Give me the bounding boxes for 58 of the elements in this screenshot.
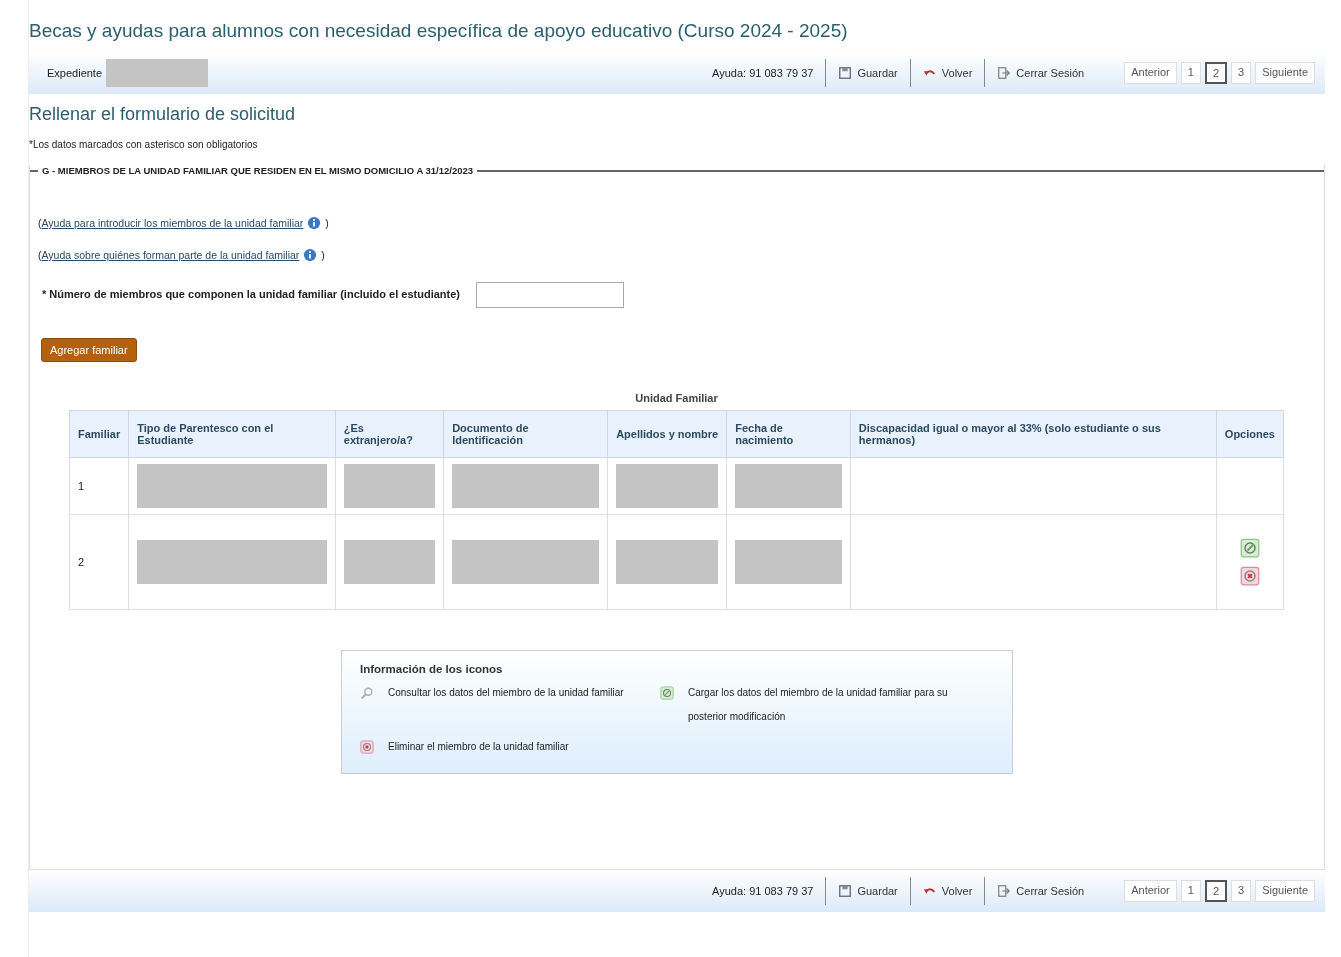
paren-text: ) xyxy=(325,217,329,229)
save-link[interactable]: Guardar xyxy=(838,66,898,80)
form-heading: Rellenar el formulario de solicitud xyxy=(29,104,297,125)
column-header: Tipo de Parentesco con el Estudiante xyxy=(128,410,336,458)
page-link[interactable]: 3 xyxy=(1231,880,1252,902)
page-link[interactable]: 1 xyxy=(1180,62,1201,84)
info-title: Información de los iconos xyxy=(360,663,504,675)
page-link[interactable]: 2 xyxy=(1204,880,1227,902)
back-link[interactable]: Volver xyxy=(922,884,973,898)
page-link[interactable]: 1 xyxy=(1180,880,1201,902)
column-header: Documento de Identificación xyxy=(443,410,608,458)
save-link[interactable]: Guardar xyxy=(838,884,898,898)
help-link[interactable]: Ayuda para introducir los miembros de la unidad familiar xyxy=(41,217,304,229)
column-header: Apellidos y nombre xyxy=(607,410,727,458)
logout-link[interactable]: Cerrar Sesión xyxy=(997,884,1085,898)
delete-icon xyxy=(360,740,374,754)
help-phone: Ayuda: 91 083 79 37 xyxy=(712,885,814,897)
members-input[interactable] xyxy=(476,282,624,308)
page-title: Becas y ayudas para alumnos con necesidad específica de apoyo educativo (Curso 2024 - 2025) xyxy=(29,19,849,43)
paren-text: ( xyxy=(38,249,42,261)
page-link[interactable]: Siguiente xyxy=(1255,880,1315,902)
required-note: *Los datos marcados con asterisco son obligatorios xyxy=(29,139,259,150)
edit-icon[interactable] xyxy=(1239,538,1260,558)
icon-description: Eliminar el miembro de la unidad familiar xyxy=(388,740,569,754)
help-phone: Ayuda: 91 083 79 37 xyxy=(712,67,814,79)
column-header: ¿Es extranjero/a? xyxy=(335,410,444,458)
column-header: Opciones xyxy=(1216,410,1284,458)
icon-description: Consultar los datos del miembro de la unidad familiar xyxy=(388,686,624,700)
magnifier-icon xyxy=(360,686,374,700)
logout-link[interactable]: Cerrar Sesión xyxy=(997,66,1085,80)
section-legend: G - MIEMBROS DE LA UNIDAD FAMILIAR QUE RESIDEN EN EL MISMO DOMICILIO A 31/12/2023 xyxy=(42,165,474,176)
field-label: * Número de miembros que componen la unidad familiar (incluido el estudiante) xyxy=(40,287,460,302)
icon-description: Cargar los datos del miembro de la unidad familiar para su posterior modificación xyxy=(688,686,949,724)
delete-icon[interactable] xyxy=(1239,566,1260,586)
page-link[interactable]: 2 xyxy=(1204,62,1227,84)
paren-text: ( xyxy=(38,217,42,229)
paren-text: ) xyxy=(321,249,325,261)
logout-icon xyxy=(997,66,1012,80)
back-link[interactable]: Volver xyxy=(922,66,973,80)
help-link[interactable]: Ayuda sobre quiénes forman parte de la unidad familiar xyxy=(41,249,300,261)
page-link[interactable]: Anterior xyxy=(1124,62,1177,84)
expediente-label: Expediente xyxy=(47,67,103,79)
page-link[interactable]: Siguiente xyxy=(1255,62,1315,84)
save-icon xyxy=(838,884,853,898)
column-header: Fecha de nacimiento xyxy=(726,410,851,458)
table-cell: 1 xyxy=(69,457,129,515)
column-header: Familiar xyxy=(69,410,129,458)
edit-icon xyxy=(660,686,674,700)
info-icon[interactable] xyxy=(303,248,318,262)
column-header: Discapacidad igual o mayor al 33% (solo estudiante o sus hermanos) xyxy=(850,410,1217,458)
save-icon xyxy=(838,66,853,80)
page-link[interactable]: Anterior xyxy=(1124,880,1177,902)
logout-icon xyxy=(997,884,1012,898)
add-member-button[interactable]: Agregar familiar xyxy=(41,338,137,362)
table-cell: 2 xyxy=(69,514,129,610)
table-caption: Unidad Familiar xyxy=(634,392,719,404)
info-icon[interactable] xyxy=(307,216,322,230)
page-link[interactable]: 3 xyxy=(1231,62,1252,84)
